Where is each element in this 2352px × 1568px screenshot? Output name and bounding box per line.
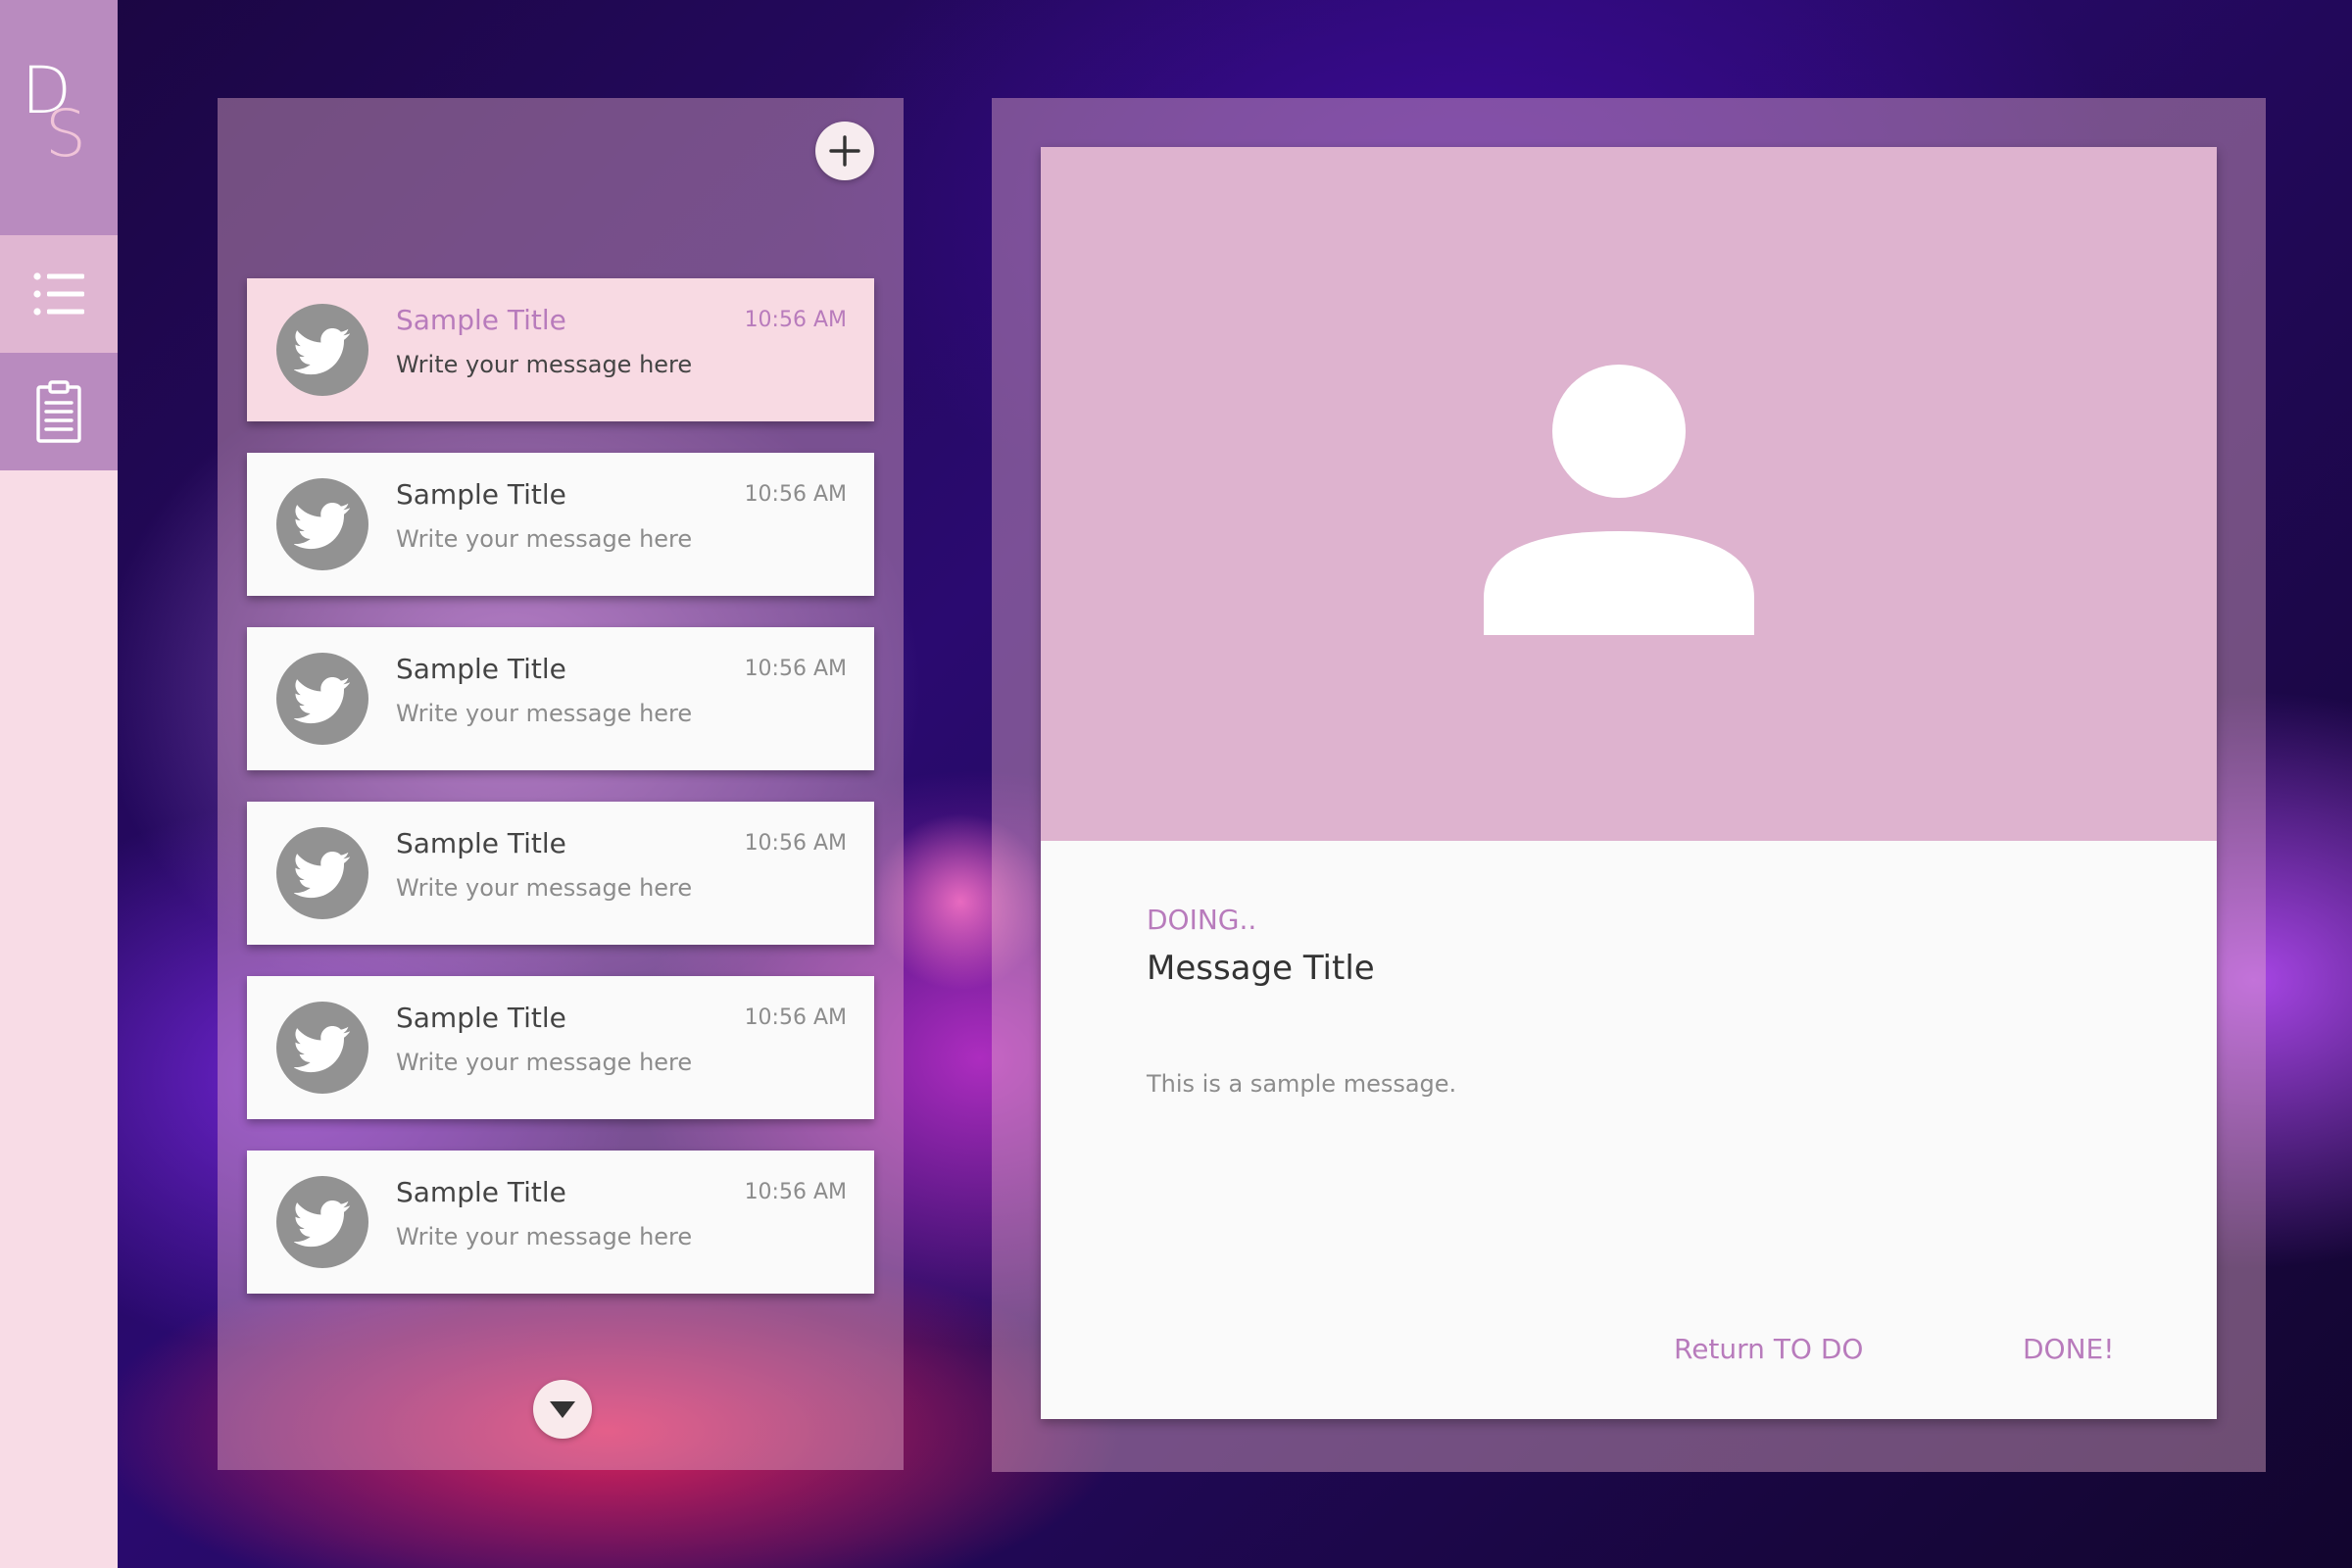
message-card[interactable]: Sample Title Write your message here 10:56… — [247, 1151, 874, 1294]
twitter-bird-icon — [294, 328, 351, 375]
twitter-bird-icon — [294, 677, 351, 724]
nav-item-list[interactable] — [0, 235, 118, 353]
done-button[interactable]: DONE! — [2023, 1333, 2114, 1365]
app-logo[interactable]: D S — [0, 0, 118, 235]
message-card[interactable]: Sample Title Write your message here 10:56… — [247, 278, 874, 421]
card-message: Write your message here — [396, 525, 693, 553]
card-message: Write your message here — [396, 700, 693, 727]
twitter-bird-icon — [294, 852, 351, 899]
sidebar: D S — [0, 0, 118, 1568]
avatar — [276, 478, 368, 570]
card-message: Write your message here — [396, 1223, 693, 1250]
message-card[interactable]: Sample Title Write your message here 10:56… — [247, 976, 874, 1119]
card-time: 10:56 AM — [744, 482, 847, 507]
card-title: Sample Title — [396, 827, 566, 859]
avatar — [276, 1176, 368, 1268]
card-time: 10:56 AM — [744, 1005, 847, 1030]
message-list-panel: Sample Title Write your message here 10:56… — [218, 98, 904, 1470]
user-icon — [1484, 365, 1754, 635]
twitter-bird-icon — [294, 1200, 351, 1248]
message-title: Message Title — [1147, 949, 1375, 988]
clipboard-icon — [36, 380, 81, 443]
caret-down-icon — [550, 1401, 575, 1418]
avatar — [276, 304, 368, 396]
list-icon — [33, 272, 84, 316]
twitter-bird-icon — [294, 1026, 351, 1073]
nav-item-clipboard[interactable] — [0, 353, 118, 470]
detail-panel: DOING.. Message Title This is a sample m… — [992, 98, 2266, 1472]
message-card[interactable]: Sample Title Write your message here 10:56… — [247, 802, 874, 945]
message-body: This is a sample message. — [1147, 1070, 1457, 1098]
detail-card: DOING.. Message Title This is a sample m… — [1041, 147, 2217, 1419]
card-title: Sample Title — [396, 653, 566, 685]
card-time: 10:56 AM — [744, 308, 847, 332]
card-title: Sample Title — [396, 478, 566, 511]
card-title: Sample Title — [396, 304, 566, 336]
card-time: 10:56 AM — [744, 1180, 847, 1204]
card-message: Write your message here — [396, 1049, 693, 1076]
card-time: 10:56 AM — [744, 657, 847, 681]
card-message: Write your message here — [396, 874, 693, 902]
avatar — [276, 827, 368, 919]
card-message: Write your message here — [396, 351, 693, 378]
add-message-button[interactable] — [815, 122, 874, 180]
card-title: Sample Title — [396, 1176, 566, 1208]
scroll-down-button[interactable] — [533, 1380, 592, 1439]
detail-hero — [1041, 147, 2217, 841]
message-card[interactable]: Sample Title Write your message here 10:56… — [247, 627, 874, 770]
plus-icon — [829, 135, 860, 167]
avatar — [276, 653, 368, 745]
card-time: 10:56 AM — [744, 831, 847, 856]
card-title: Sample Title — [396, 1002, 566, 1034]
return-to-do-button[interactable]: Return TO DO — [1674, 1333, 1863, 1365]
avatar — [276, 1002, 368, 1094]
message-card[interactable]: Sample Title Write your message here 10:56… — [247, 453, 874, 596]
logo-letter-s: S — [45, 96, 86, 172]
twitter-bird-icon — [294, 503, 351, 550]
status-label: DOING.. — [1147, 904, 1257, 936]
